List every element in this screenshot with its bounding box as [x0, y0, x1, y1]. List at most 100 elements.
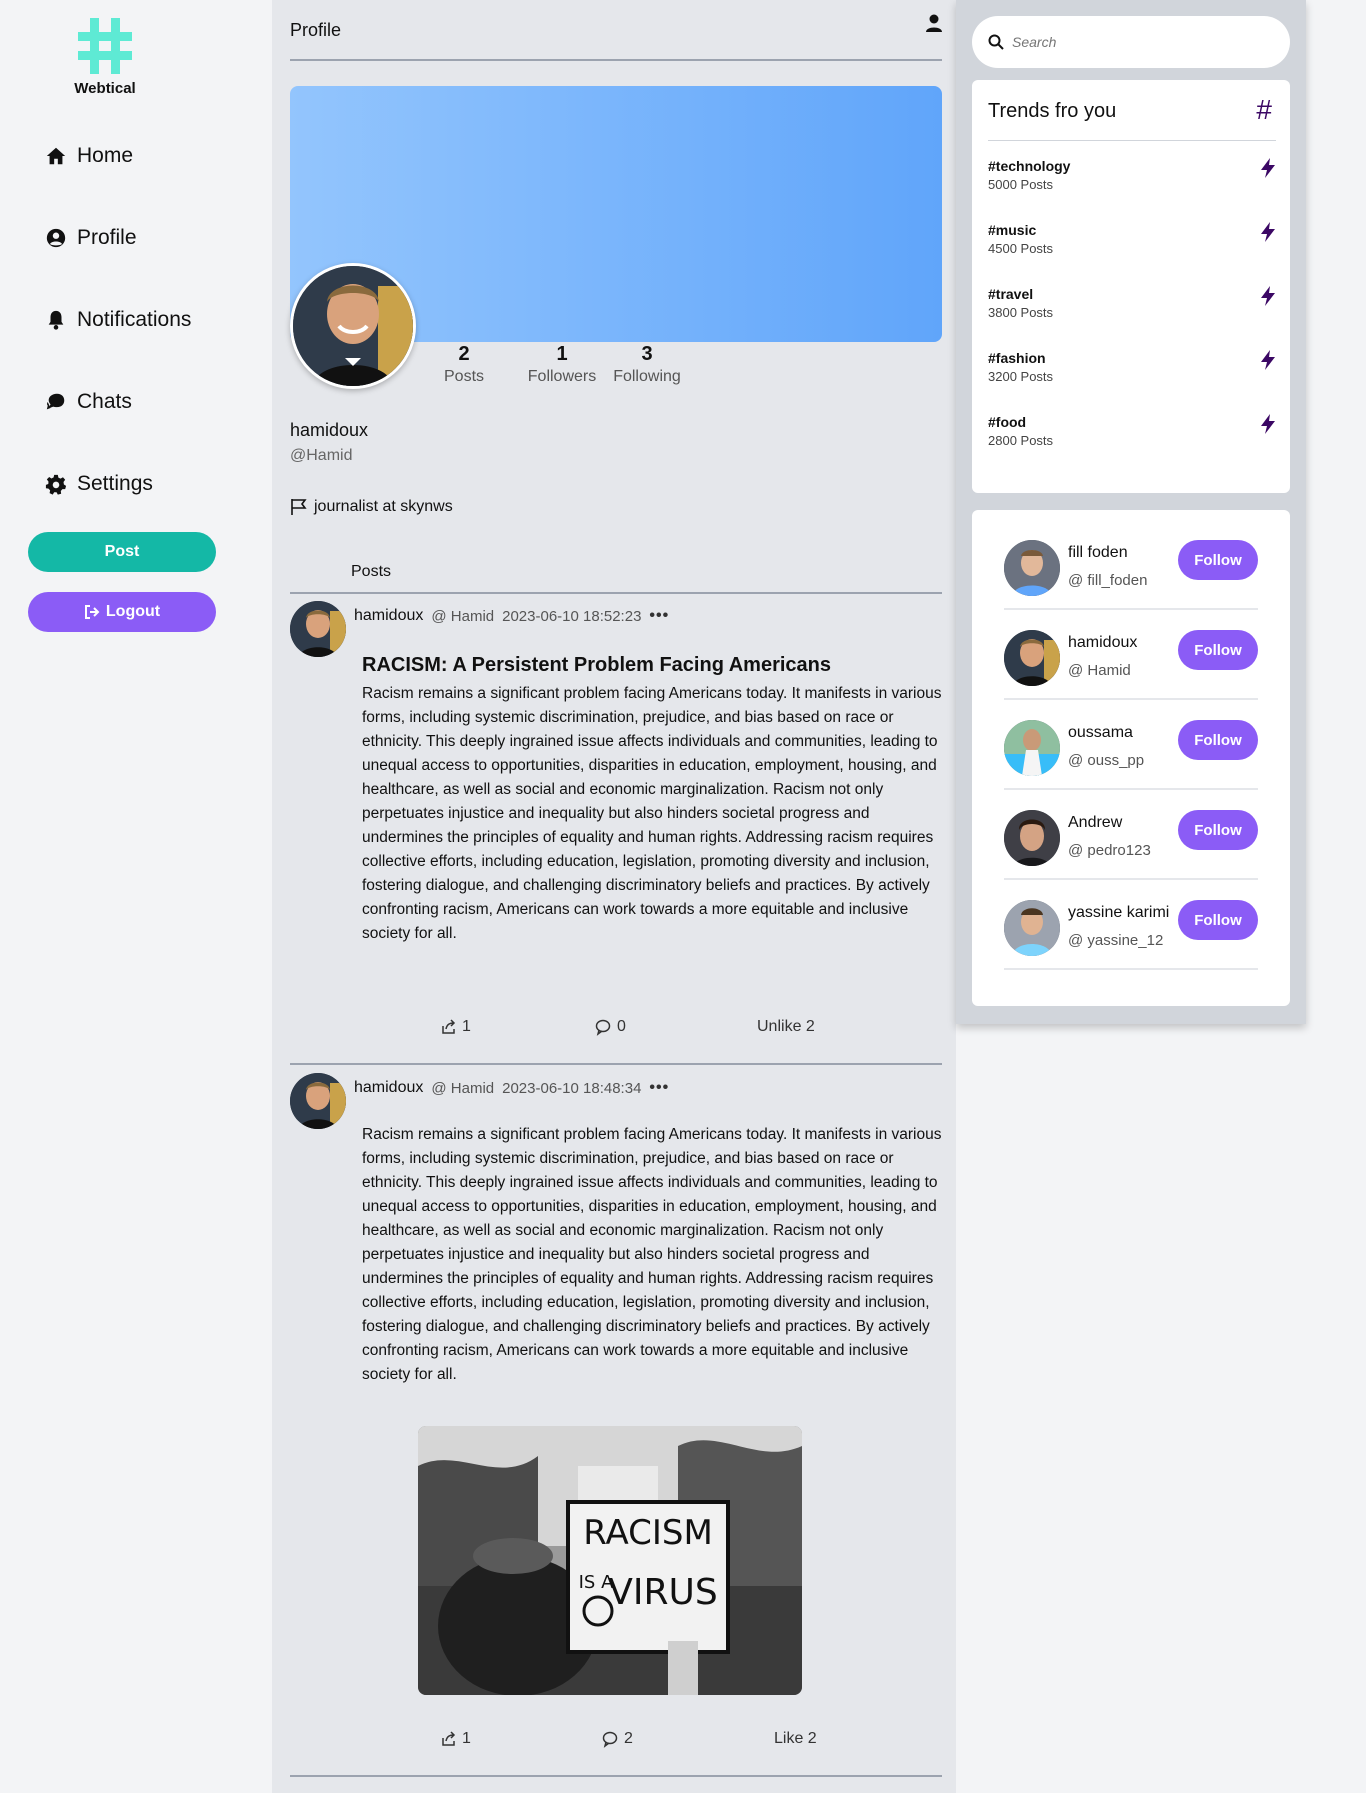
suggestion-name[interactable]: yassine karimi: [1068, 904, 1169, 922]
avatar[interactable]: [1004, 540, 1060, 596]
sidebar-item-notifications[interactable]: Notifications: [45, 308, 191, 332]
stat-followers[interactable]: 1 Followers: [524, 343, 600, 386]
who-to-follow-panel: fill foden @ fill_foden Follow hamidoux …: [972, 510, 1290, 1006]
stat-posts-label: Posts: [444, 368, 485, 385]
trend-count: 5000 Posts: [988, 177, 1054, 192]
suggestion-name[interactable]: oussama: [1068, 724, 1133, 742]
follow-button[interactable]: Follow: [1178, 810, 1258, 850]
trend-tag: #travel: [988, 286, 1034, 302]
sidebar-item-settings[interactable]: Settings: [45, 472, 153, 496]
post-card: hamidoux @ Hamid 2023-06-10 18:52:23 •••…: [290, 601, 942, 1065]
search-input[interactable]: [1012, 34, 1272, 50]
comment-button[interactable]: 0: [595, 1018, 626, 1036]
share-button[interactable]: 1: [440, 1730, 471, 1748]
suggestion-row: oussama @ ouss_pp Follow: [1004, 700, 1258, 790]
post-image[interactable]: RACISM IS A VIRUS: [418, 1426, 802, 1695]
follow-button[interactable]: Follow: [1178, 900, 1258, 940]
follow-button[interactable]: Follow: [1178, 630, 1258, 670]
avatar[interactable]: [1004, 900, 1060, 956]
like-label: Like 2: [774, 1730, 817, 1747]
share-icon: [442, 1731, 456, 1746]
stat-followers-value: 1: [556, 343, 568, 365]
lightning-icon: [1261, 158, 1275, 178]
search-icon: [988, 34, 1004, 50]
post-date: 2023-06-10 18:48:34: [502, 1079, 642, 1097]
profile-bio: journalist at skynws: [290, 498, 453, 516]
avatar-photo: [290, 1073, 346, 1129]
logo-text: Webtical: [74, 80, 136, 97]
user-icon[interactable]: [926, 14, 942, 32]
trend-tag: #food: [988, 414, 1027, 430]
comment-button[interactable]: 2: [602, 1730, 633, 1748]
comment-icon: [595, 1019, 611, 1036]
sidebar-item-label: Home: [77, 144, 134, 167]
sidebar-item-home[interactable]: Home: [45, 144, 133, 168]
trend-item[interactable]: #music 4500 Posts: [988, 222, 1276, 256]
sign-text-line1: RACISM: [583, 1513, 713, 1553]
stat-posts-value: 2: [458, 343, 470, 365]
logout-button[interactable]: Logout: [28, 592, 216, 632]
share-count: 1: [462, 1018, 471, 1035]
gear-icon: [45, 474, 67, 495]
logout-icon: [84, 605, 100, 619]
sign-text-line3: VIRUS: [608, 1572, 717, 1613]
post-button-label: Post: [104, 543, 140, 560]
follow-button[interactable]: Follow: [1178, 540, 1258, 580]
lightning-icon: [1261, 350, 1275, 370]
stat-following[interactable]: 3 Following: [607, 343, 687, 386]
post-body: Racism remains a significant problem fac…: [362, 1126, 942, 1383]
trend-item[interactable]: #food 2800 Posts: [988, 414, 1276, 448]
like-label: Unlike 2: [757, 1018, 815, 1035]
post-button[interactable]: Post: [28, 532, 216, 572]
suggestion-name[interactable]: Andrew: [1068, 814, 1122, 832]
post-username[interactable]: hamidoux: [354, 607, 423, 625]
comment-count: 2: [624, 1730, 633, 1747]
sidebar-item-label: Notifications: [77, 308, 192, 331]
avatar[interactable]: [290, 601, 346, 657]
profile-name: hamidoux: [290, 420, 369, 440]
profile-avatar[interactable]: [290, 263, 416, 389]
trend-item[interactable]: #fashion 3200 Posts: [988, 350, 1276, 384]
bio-text: journalist at skynws: [314, 498, 453, 515]
bell-icon: [48, 310, 64, 330]
tab-posts[interactable]: Posts: [351, 563, 391, 581]
suggestion-handle: @ ouss_pp: [1068, 752, 1145, 769]
search-bar[interactable]: [972, 16, 1290, 68]
avatar-photo: [1004, 630, 1060, 686]
sidebar-item-profile[interactable]: Profile: [45, 226, 137, 250]
chat-icon: [46, 393, 65, 410]
suggestion-name[interactable]: fill foden: [1068, 544, 1128, 562]
avatar[interactable]: [1004, 720, 1060, 776]
post-username[interactable]: hamidoux: [354, 1079, 423, 1097]
suggestion-name[interactable]: hamidoux: [1068, 634, 1137, 652]
suggestion-row: hamidoux @ Hamid Follow: [1004, 610, 1258, 700]
suggestion-handle: @ Hamid: [1068, 662, 1131, 679]
like-button[interactable]: Like 2: [774, 1730, 817, 1748]
avatar-photo: [290, 601, 346, 657]
avatar[interactable]: [1004, 630, 1060, 686]
lightning-icon: [1261, 286, 1275, 306]
avatar[interactable]: [1004, 810, 1060, 866]
sidebar-item-chats[interactable]: Chats: [45, 390, 132, 414]
share-button[interactable]: 1: [440, 1018, 471, 1036]
more-options-icon[interactable]: •••: [649, 1079, 669, 1097]
suggestion-handle: @ pedro123: [1068, 842, 1151, 859]
trend-count: 2800 Posts: [988, 433, 1054, 448]
trend-count: 4500 Posts: [988, 241, 1054, 256]
avatar[interactable]: [290, 1073, 346, 1129]
avatar-photo: [1004, 540, 1060, 596]
more-options-icon[interactable]: •••: [649, 607, 669, 625]
trend-item[interactable]: #technology 5000 Posts: [988, 158, 1276, 192]
trend-item[interactable]: #travel 3800 Posts: [988, 286, 1276, 320]
trends-panel: Trends fro you # #technology 5000 Posts …: [972, 80, 1290, 493]
logout-button-label: Logout: [105, 603, 161, 620]
post-meta: hamidoux @ Hamid 2023-06-10 18:48:34 •••: [354, 1079, 669, 1097]
follow-button[interactable]: Follow: [1178, 720, 1258, 760]
avatar-photo: [1004, 720, 1060, 776]
like-button[interactable]: Unlike 2: [757, 1018, 815, 1036]
post-title: RACISM: A Persistent Problem Facing Amer…: [362, 654, 832, 676]
stat-posts[interactable]: 2 Posts: [444, 343, 484, 386]
logo[interactable]: Webtical: [50, 18, 160, 97]
lightning-icon: [1261, 222, 1275, 242]
trend-count: 3200 Posts: [988, 369, 1054, 384]
